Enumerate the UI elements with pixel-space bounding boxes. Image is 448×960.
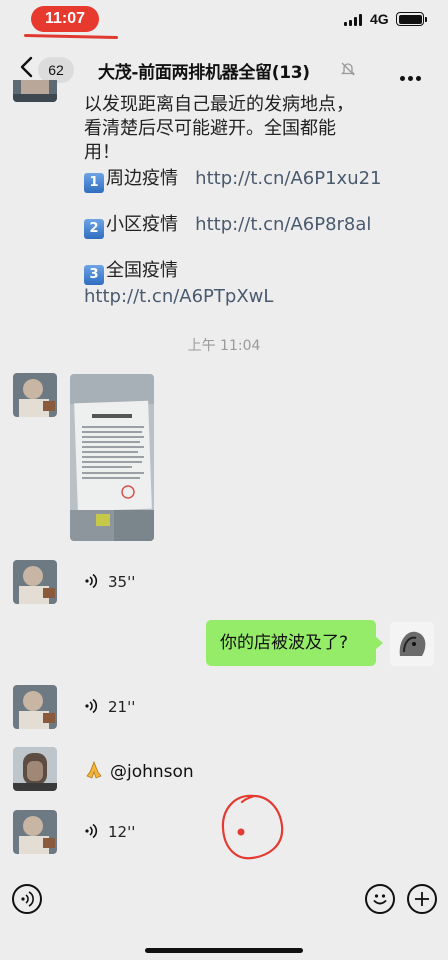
my-avatar[interactable]	[390, 622, 434, 666]
voice-wave-icon	[21, 891, 34, 907]
voice-duration: 12''	[108, 823, 136, 841]
message-line: 以发现距离自己最近的发病地点，	[84, 94, 354, 115]
message-link[interactable]: http://t.cn/A6P1xu21	[195, 168, 381, 189]
item-label: 周边疫情	[106, 168, 178, 189]
message-link[interactable]: http://t.cn/A6P8r8al	[195, 214, 371, 235]
input-bar	[0, 874, 448, 926]
photo-message[interactable]	[70, 374, 154, 541]
status-time: 11:07	[31, 6, 99, 32]
avatar[interactable]	[13, 560, 57, 604]
back-chevron-icon[interactable]	[18, 56, 36, 78]
text-message: 以发现距离自己最近的发病地点， 看清楚后尽可能避开。全国都能 用！ 1 周边疫情 …	[84, 93, 382, 309]
smiley-icon	[373, 894, 387, 905]
voice-wave-icon	[85, 573, 98, 589]
plus-icon	[415, 892, 429, 906]
chat-title: 大茂-前面两排机器全留(13)	[98, 63, 310, 83]
keycap-3-emoji: 3	[84, 265, 104, 285]
voice-message[interactable]: 21''	[84, 698, 135, 716]
list-item: 1 周边疫情 http://t.cn/A6P1xu21	[84, 167, 382, 193]
voice-input-button[interactable]	[12, 884, 42, 914]
message-link[interactable]: http://t.cn/A6PTpXwL	[84, 285, 382, 309]
voice-duration: 21''	[108, 698, 136, 716]
avatar[interactable]	[13, 80, 57, 102]
text-message: @johnson	[84, 760, 194, 785]
voice-message[interactable]: 12''	[84, 823, 135, 841]
voice-duration: 35''	[108, 573, 136, 591]
chat-header: 62 大茂-前面两排机器全留(13)	[0, 44, 448, 94]
item-label: 全国疫情	[106, 260, 178, 281]
voice-message[interactable]: 35''	[84, 573, 135, 591]
more-functions-button[interactable]	[407, 884, 437, 914]
mention-text[interactable]: @johnson	[110, 762, 194, 782]
avatar[interactable]	[13, 747, 57, 791]
keycap-2-emoji: 2	[84, 219, 104, 239]
chat-timestamp: 上午 11:04	[187, 338, 261, 354]
emoji-button[interactable]	[365, 884, 395, 914]
battery-icon	[396, 12, 427, 26]
item-label: 小区疫情	[106, 214, 178, 235]
avatar[interactable]	[13, 810, 57, 854]
avatar[interactable]	[13, 685, 57, 729]
voice-wave-icon	[85, 823, 98, 839]
message-line: 看清楚后尽可能避开。全国都能	[84, 118, 336, 139]
voice-wave-icon	[85, 698, 98, 714]
message-line: 用！	[84, 142, 120, 163]
folded-hands-emoji	[84, 760, 104, 785]
red-underline-annotation	[23, 34, 119, 39]
outgoing-message-bubble[interactable]: 你的店被波及了?	[206, 620, 383, 666]
red-circle-annotation	[221, 794, 284, 860]
home-indicator[interactable]	[145, 948, 303, 953]
list-item: 2 小区疫情 http://t.cn/A6P8r8al	[84, 213, 382, 239]
avatar[interactable]	[13, 373, 57, 417]
mute-bell-icon	[340, 62, 356, 76]
list-item: 3 全国疫情	[84, 259, 382, 285]
network-label: 4G	[370, 11, 389, 27]
status-bar: 11:07 4G	[0, 0, 448, 40]
more-options-icon[interactable]	[400, 66, 424, 85]
keycap-1-emoji: 1	[84, 173, 104, 193]
